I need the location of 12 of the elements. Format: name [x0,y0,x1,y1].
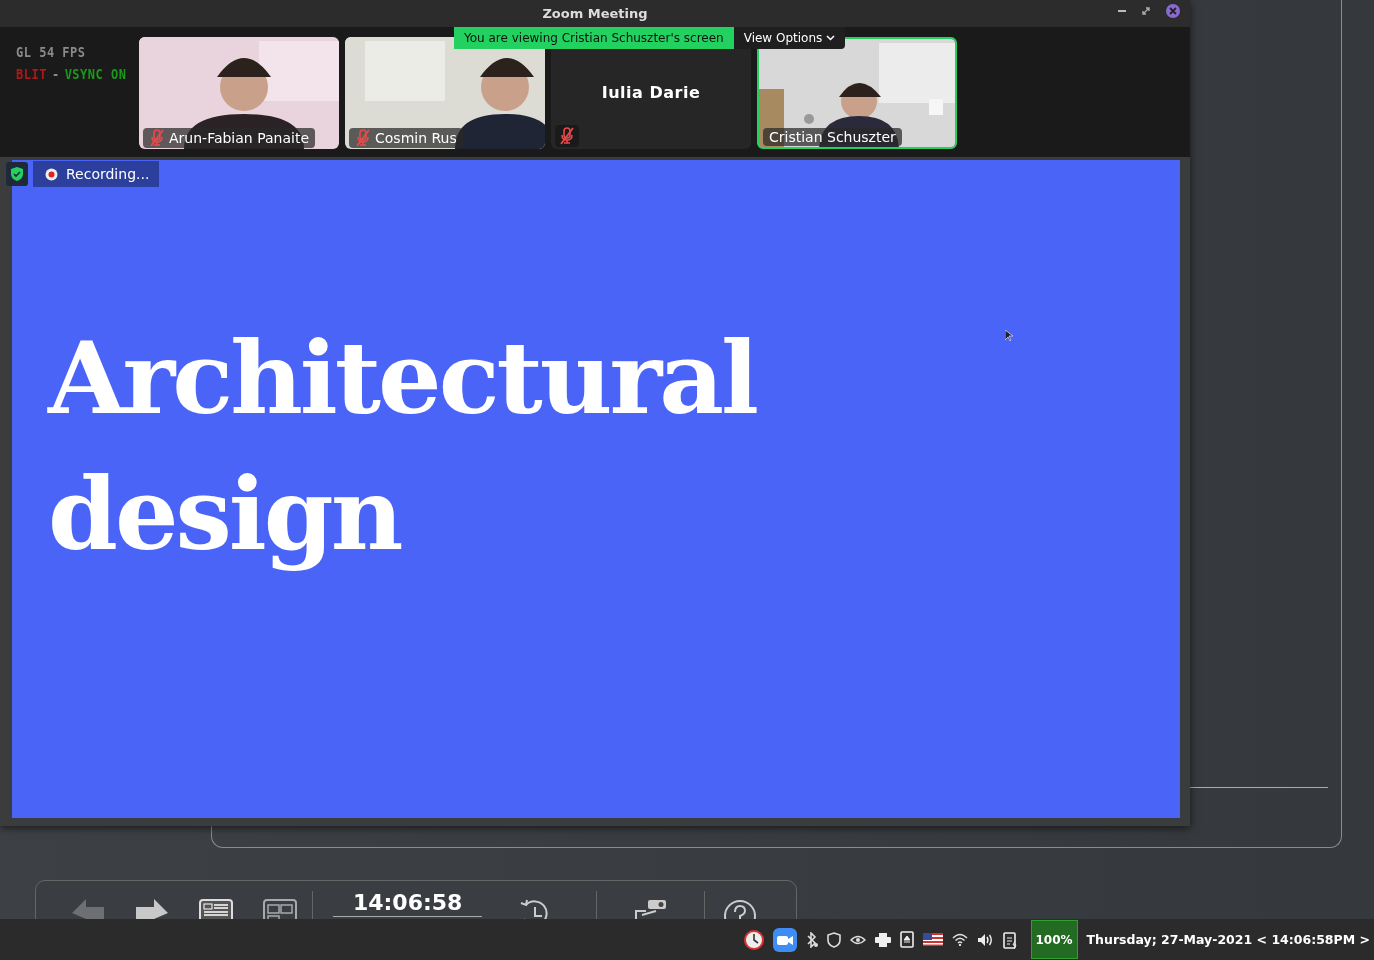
participant-name: Cristian Schuszter [769,129,896,145]
slide-title: Architectural design [48,318,758,575]
participant-name: Cosmin Rus [375,130,457,146]
window-title: Zoom Meeting [542,6,648,21]
stats-text: VSYNC ON [64,66,127,85]
elapsed-time: 14:06:58 [332,889,483,917]
stats-text: BLIT [16,66,47,85]
participant-name: Iulia Darie [601,82,701,102]
screen-share-toast: You are viewing Cristian Schuszter's screen [454,27,734,49]
participant-name: Arun-Fabian Panaite [169,130,309,146]
stats-text: - [51,66,60,85]
stats-text: GL 54 FPS [16,44,86,63]
